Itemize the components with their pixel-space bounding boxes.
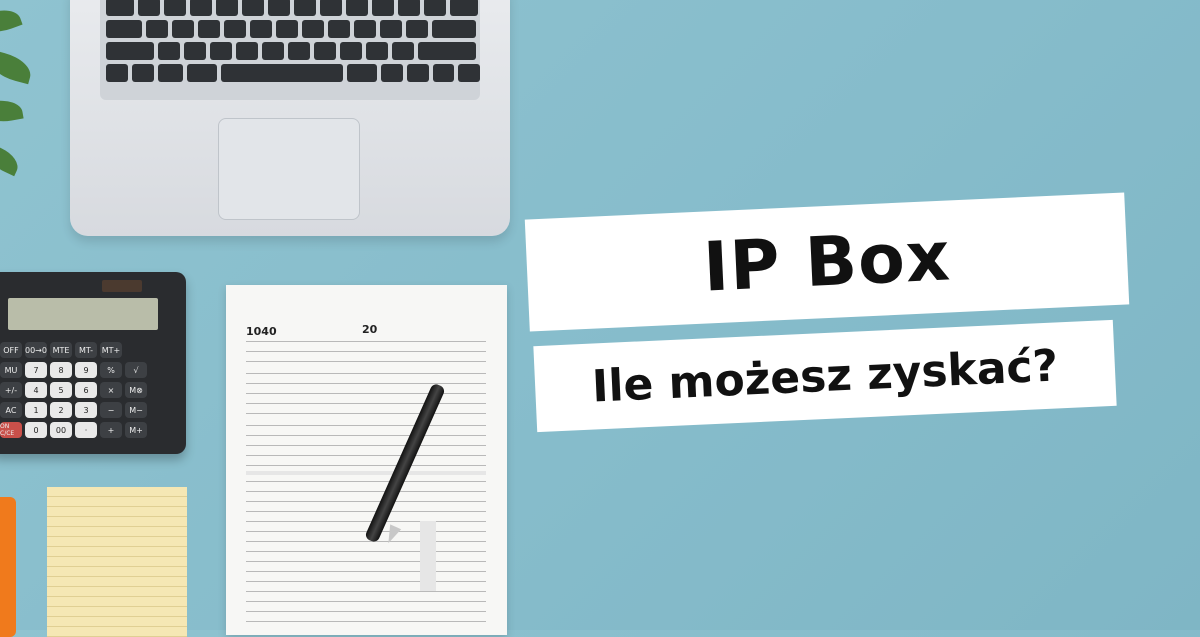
sticky-notepad: [47, 487, 187, 637]
solar-panel: [102, 280, 142, 292]
plant: [0, 0, 40, 190]
calc-key: 6: [75, 382, 97, 398]
laptop-keyboard: [100, 0, 481, 100]
calc-key: MT+: [100, 342, 122, 358]
calc-key: MU: [0, 362, 22, 378]
calc-key: 9: [75, 362, 97, 378]
form-number: 1040: [246, 325, 277, 338]
calculator: OFF 00→0 MTE MT- MT+ MU 7 8 9 % √ +/- 4 …: [0, 272, 186, 454]
tax-form: 1040 20: [226, 285, 507, 635]
form-year: 20: [362, 323, 378, 336]
trackpad: [218, 118, 360, 220]
calc-key: √: [125, 362, 147, 378]
calc-key: 5: [50, 382, 72, 398]
calc-key: +: [100, 422, 122, 438]
title-text: IP Box: [701, 216, 953, 308]
calc-key: AC: [0, 402, 22, 418]
calc-key: 1: [25, 402, 47, 418]
calc-key: 8: [50, 362, 72, 378]
calc-key: 00: [50, 422, 72, 438]
calc-key: −: [100, 402, 122, 418]
leaf: [0, 96, 24, 126]
calc-key: %: [100, 362, 122, 378]
calc-key: 3: [75, 402, 97, 418]
calc-key: 7: [25, 362, 47, 378]
calculator-display: [8, 298, 158, 330]
subtitle-text: Ile możesz zyskać?: [590, 339, 1060, 413]
calc-key: ×: [100, 382, 122, 398]
calc-key: ·: [75, 422, 97, 438]
subtitle-banner: Ile możesz zyskać?: [533, 319, 1117, 433]
leaf: [0, 49, 35, 85]
leaf: [0, 3, 23, 39]
title-banner: IP Box: [524, 192, 1130, 332]
calc-key: 00→0: [25, 342, 47, 358]
calc-key: MTE: [50, 342, 72, 358]
calc-key: M−: [125, 402, 147, 418]
calc-key: OFF: [0, 342, 22, 358]
calc-key: 4: [25, 382, 47, 398]
calc-key: +/-: [0, 382, 22, 398]
calc-key: M⊗: [125, 382, 147, 398]
calc-key: 0: [25, 422, 47, 438]
calculator-keypad: OFF 00→0 MTE MT- MT+ MU 7 8 9 % √ +/- 4 …: [0, 342, 180, 438]
calc-key: 2: [50, 402, 72, 418]
laptop: [70, 0, 510, 236]
calc-key: ON C/CE: [0, 422, 22, 438]
orange-highlighter: [0, 497, 16, 637]
calc-key: MT-: [75, 342, 97, 358]
leaf: [0, 143, 23, 177]
calc-key: M+: [125, 422, 147, 438]
